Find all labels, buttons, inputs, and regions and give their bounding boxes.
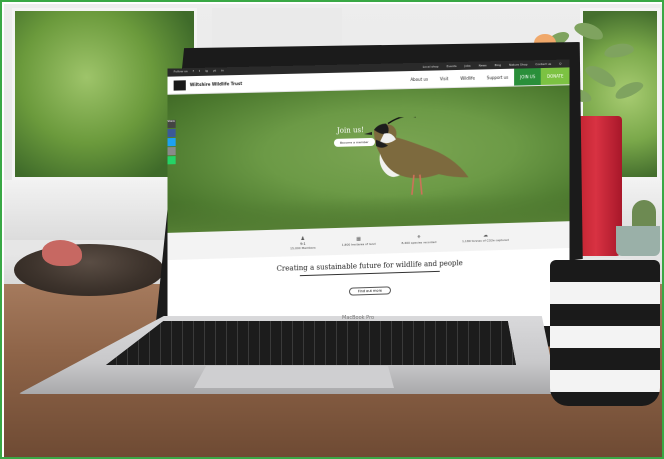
nav-support[interactable]: Support us (481, 75, 514, 81)
search-icon[interactable]: Q (559, 62, 561, 66)
stat-text: 1,180 tonnes of CO2e captured (462, 237, 509, 243)
desk-scene: Follow us f t ig yt in Local shop Events… (4, 4, 662, 457)
laptop-keyboard (106, 321, 516, 365)
facebook-icon[interactable]: f (193, 69, 194, 73)
become-member-button[interactable]: Become a member (333, 137, 375, 147)
stat-text: 1,800 hectares of land (341, 241, 376, 247)
nav-visit[interactable]: Visit (434, 76, 454, 81)
hero-heading: Join us! (336, 126, 364, 135)
youtube-icon[interactable]: yt (213, 69, 216, 73)
facebook-share-icon[interactable] (167, 128, 176, 138)
cactus-pot (616, 226, 660, 256)
share-label: Share (167, 119, 176, 129)
photo-frame: Follow us f t ig yt in Local shop Events… (0, 0, 664, 459)
top-link-events[interactable]: Events (446, 64, 456, 68)
stat-text: 15,000 Members (290, 245, 316, 250)
top-link-local-shop[interactable]: Local shop (423, 64, 439, 68)
top-link-blog[interactable]: Blog (495, 63, 502, 67)
striped-mug (550, 260, 660, 406)
nav-wildlife[interactable]: Wildlife (454, 75, 481, 81)
top-link-contact[interactable]: Contact us (535, 62, 551, 66)
twitter-icon[interactable]: t (199, 69, 200, 73)
top-link-nature-shop[interactable]: Nature Shop (509, 62, 527, 66)
stat-land: ▦ 1,800 hectares of land (341, 235, 376, 247)
social-links: Follow us f t ig yt in (174, 68, 224, 73)
linkedin-icon[interactable]: in (221, 68, 224, 72)
hero-banner: Share Join us! Become a member (167, 85, 570, 233)
share-sidebar: Share (167, 119, 176, 166)
join-button[interactable]: JOIN US (514, 68, 542, 86)
decorative-bowl (14, 244, 164, 296)
stat-species: ⚘ 8,400 species recorded (401, 234, 436, 245)
whatsapp-share-icon[interactable] (167, 156, 176, 165)
bird-figurine (42, 240, 82, 266)
tagline-rule (299, 270, 440, 277)
stat-text: 8,400 species recorded (401, 239, 437, 245)
email-share-icon[interactable] (167, 147, 176, 156)
top-link-news[interactable]: News (479, 63, 487, 67)
trust-logo[interactable] (173, 79, 186, 91)
laptop-lid: Follow us f t ig yt in Local shop Events… (154, 42, 584, 347)
brand-name[interactable]: Wiltshire Wildlife Trust (190, 81, 242, 87)
stat-members: ♟ 9:1 15,000 Members (290, 235, 316, 250)
find-out-more-button[interactable]: Find out more (348, 286, 392, 296)
twitter-share-icon[interactable] (167, 137, 176, 147)
nav-about[interactable]: About us (404, 77, 434, 83)
donate-button[interactable]: DONATE (541, 67, 570, 85)
laptop-model-label: MacBook Pro (342, 315, 375, 321)
top-link-jobs[interactable]: Jobs (465, 64, 471, 68)
laptop-trackpad (194, 366, 394, 388)
stat-co2: ☁ 1,180 tonnes of CO2e captured (462, 231, 509, 243)
follow-label: Follow us (173, 69, 188, 74)
laptop-screen: Follow us f t ig yt in Local shop Events… (167, 59, 570, 339)
instagram-icon[interactable]: ig (205, 69, 208, 73)
